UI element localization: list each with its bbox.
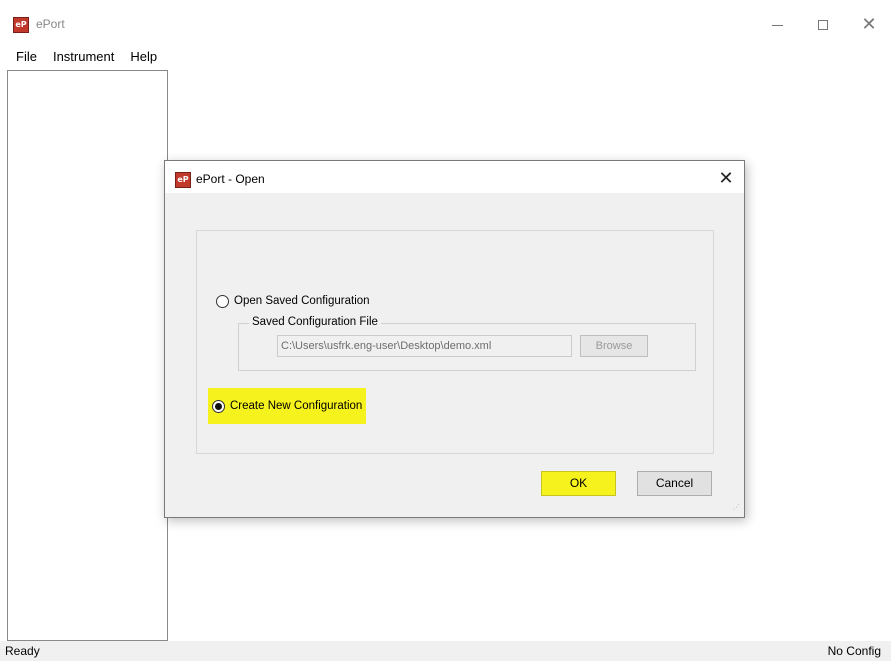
saved-file-legend: Saved Configuration File [249,316,381,328]
menu-file[interactable]: File [8,44,45,70]
create-new-label: Create New Configuration [230,400,363,412]
resize-grip-icon[interactable]: ⋰ [733,504,741,514]
open-saved-radio[interactable]: Open Saved Configuration [212,292,374,310]
open-dialog: eP ePort - Open ✕ Open Saved Configurati… [164,160,745,518]
maximize-icon [818,20,828,30]
create-new-radio[interactable]: Create New Configuration [208,388,367,424]
menu-instrument[interactable]: Instrument [45,44,122,70]
app-title: ePort [36,17,65,31]
maximize-button[interactable] [800,10,846,40]
config-status: No Config [827,644,881,658]
left-tree-pane[interactable] [7,70,168,641]
radio-dot [215,402,222,410]
app-logo-icon: eP [13,17,29,33]
minimize-icon [771,24,783,26]
saved-config-fieldset: Saved Configuration File C:\Users\usfrk.… [238,316,696,371]
cancel-button[interactable]: Cancel [637,471,712,496]
dialog-title: ePort - Open [196,172,265,186]
close-button[interactable]: ✕ [846,10,891,40]
radio-unchecked-icon [216,294,229,308]
open-saved-label: Open Saved Configuration [234,295,370,307]
menubar: File Instrument Help [0,44,891,70]
saved-file-path-input: C:\Users\usfrk.eng-user\Desktop\demo.xml [277,335,572,357]
menu-help[interactable]: Help [122,44,165,70]
ok-button[interactable]: OK [541,471,616,496]
radio-checked-icon [212,399,225,413]
main-titlebar: eP ePort ✕ [0,0,891,44]
close-icon: ✕ [861,14,877,35]
dialog-titlebar: eP ePort - Open ✕ [165,161,744,193]
dialog-logo-icon: eP [175,172,191,188]
dialog-close-button[interactable]: ✕ [714,166,738,190]
browse-button: Browse [580,335,648,357]
minimize-button[interactable] [754,10,800,40]
close-icon: ✕ [718,167,734,189]
statusbar: Ready No Config [0,641,891,661]
status-text: Ready [5,644,40,658]
